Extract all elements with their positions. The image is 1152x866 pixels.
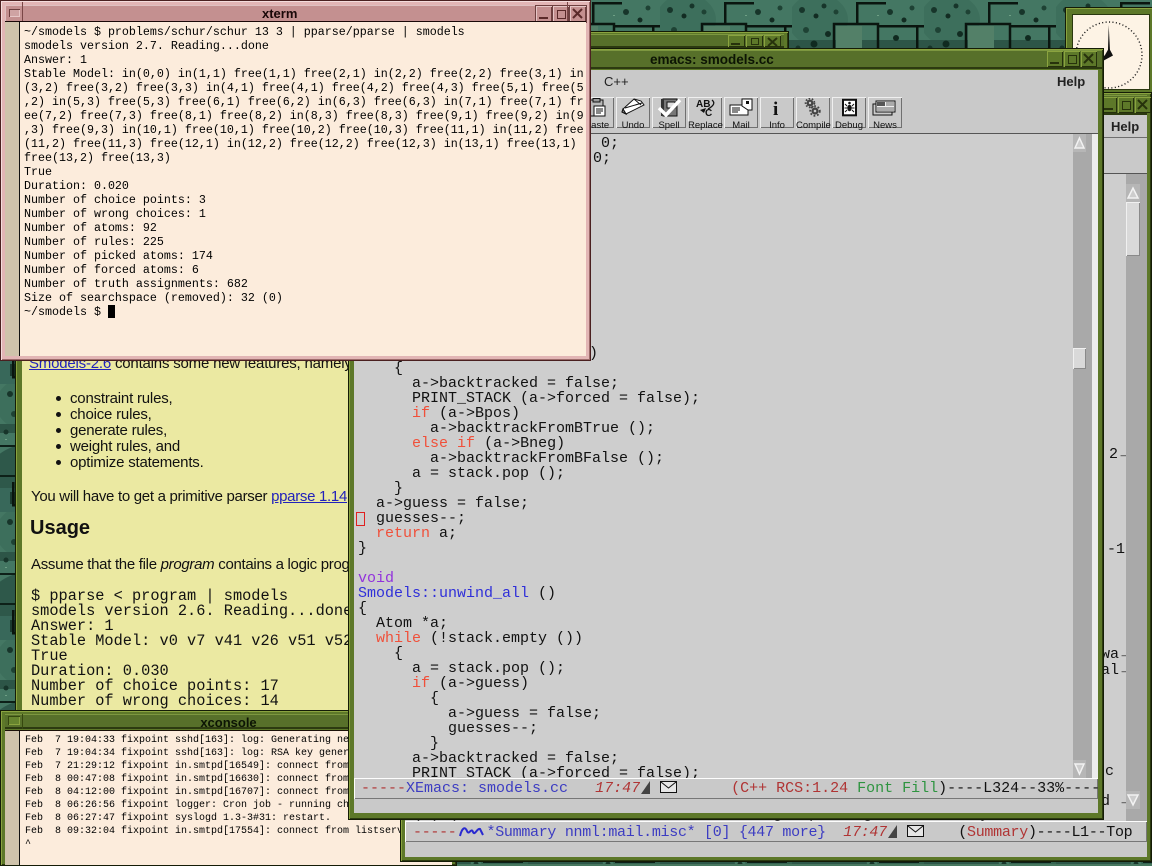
svg-text:i: i	[773, 99, 778, 117]
